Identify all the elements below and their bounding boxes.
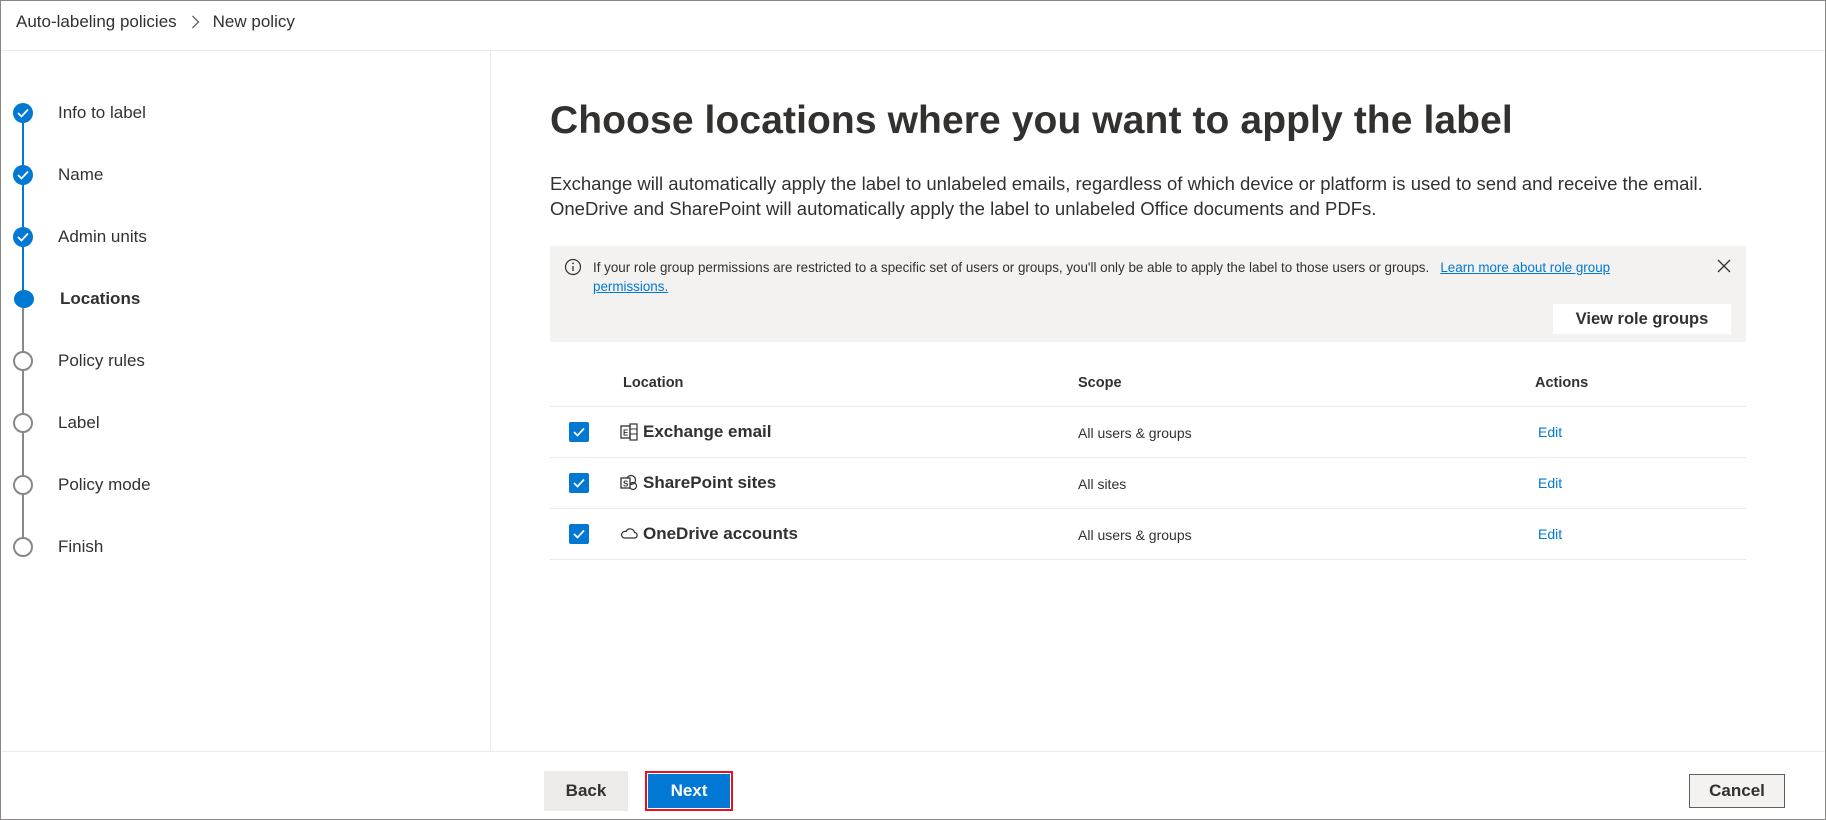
info-message-text: If your role group permissions are restr… <box>593 260 1430 275</box>
edit-onedrive-link[interactable]: Edit <box>1538 526 1562 542</box>
step-label-step: Label <box>13 411 100 435</box>
location-scope: All users & groups <box>1078 527 1192 543</box>
step-admin-units: Admin units <box>13 225 147 249</box>
step-info-to-label: Info to label <box>13 101 146 125</box>
column-header-location[interactable]: Location <box>623 375 683 391</box>
empty-circle-icon <box>13 351 33 371</box>
table-row: S SharePoint sites All sites Edit <box>550 458 1746 509</box>
wizard-steps-pane: Info to label Name Admin units Locations… <box>1 51 491 751</box>
info-message: If your role group permissions are restr… <box>593 258 1683 296</box>
step-label: Admin units <box>58 227 147 246</box>
view-role-groups-button[interactable]: View role groups <box>1553 304 1731 334</box>
table-header: Location Scope Actions <box>550 362 1746 407</box>
table-row: E Exchange email All users & groups Edit <box>550 407 1746 458</box>
exchange-icon: E <box>620 423 638 441</box>
breadcrumb-parent-link[interactable]: Auto-labeling policies <box>16 12 177 32</box>
footer-divider <box>1 751 1825 752</box>
column-header-scope[interactable]: Scope <box>1078 375 1122 391</box>
location-scope: All users & groups <box>1078 425 1192 441</box>
step-finish: Finish <box>13 535 103 559</box>
description-line: Exchange will automatically apply the la… <box>550 173 1703 194</box>
step-label: Info to label <box>58 103 146 122</box>
page-description: Exchange will automatically apply the la… <box>550 171 1800 221</box>
step-locations: Locations <box>13 287 140 311</box>
location-name: Exchange email <box>643 422 772 441</box>
cancel-button[interactable]: Cancel <box>1689 774 1785 808</box>
edit-exchange-link[interactable]: Edit <box>1538 424 1562 440</box>
step-label: Label <box>58 413 100 432</box>
step-label: Name <box>58 165 104 184</box>
column-header-actions: Actions <box>1535 375 1589 391</box>
locations-table: Location Scope Actions E Exchange email … <box>550 362 1746 560</box>
sharepoint-icon: S <box>620 474 638 492</box>
current-step-dot-icon <box>14 290 34 308</box>
close-icon[interactable] <box>1716 258 1732 274</box>
step-label: Policy rules <box>58 351 145 370</box>
location-name: SharePoint sites <box>643 473 777 492</box>
step-name: Name <box>13 163 103 187</box>
step-policy-mode: Policy mode <box>13 473 151 497</box>
svg-text:S: S <box>623 480 629 489</box>
checkmark-icon <box>13 165 33 185</box>
back-button[interactable]: Back <box>544 771 628 811</box>
empty-circle-icon <box>13 413 33 433</box>
onedrive-checkbox[interactable] <box>569 524 589 544</box>
onedrive-icon <box>620 525 638 543</box>
table-row: OneDrive accounts All users & groups Edi… <box>550 509 1746 560</box>
breadcrumb: Auto-labeling policies New policy <box>16 6 295 38</box>
breadcrumb-current: New policy <box>212 12 295 31</box>
empty-circle-icon <box>13 475 33 495</box>
step-label: Finish <box>58 537 104 556</box>
empty-circle-icon <box>13 537 33 557</box>
edit-sharepoint-link[interactable]: Edit <box>1538 475 1562 491</box>
checkmark-icon <box>13 103 33 123</box>
location-name: OneDrive accounts <box>643 524 798 543</box>
location-scope: All sites <box>1078 476 1127 492</box>
sharepoint-checkbox[interactable] <box>569 473 589 493</box>
next-button[interactable]: Next <box>645 771 733 811</box>
info-icon <box>564 258 582 276</box>
description-line: OneDrive and SharePoint will automatical… <box>550 198 1377 219</box>
page-title: Choose locations where you want to apply… <box>550 99 1513 142</box>
step-policy-rules: Policy rules <box>13 349 145 373</box>
chevron-right-icon <box>189 15 203 29</box>
step-label: Locations <box>60 289 141 308</box>
exchange-checkbox[interactable] <box>569 422 589 442</box>
step-label: Policy mode <box>58 475 151 494</box>
svg-text:E: E <box>623 429 629 438</box>
checkmark-icon <box>13 227 33 247</box>
info-message-bar: If your role group permissions are restr… <box>550 246 1746 342</box>
